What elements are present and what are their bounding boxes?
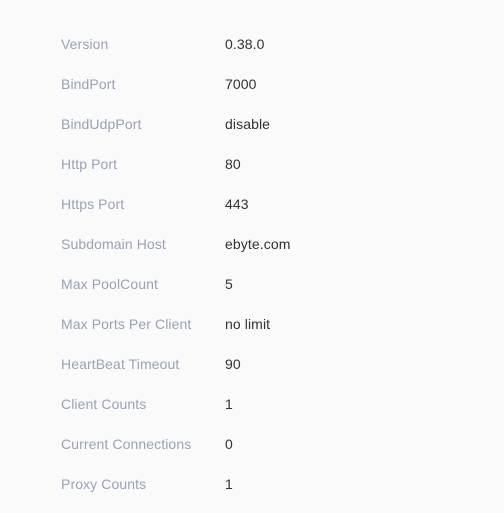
server-info-list: Version 0.38.0 BindPort 7000 BindUdpPort disa…	[61, 24, 504, 504]
info-row-label: Https Port	[61, 196, 125, 212]
info-row-label: Version	[61, 36, 109, 52]
info-row-label: BindUdpPort	[61, 116, 142, 132]
info-row: Current Connections 0	[61, 424, 504, 464]
info-row-value: 443	[225, 196, 249, 212]
info-row-value: disable	[225, 116, 271, 132]
info-row: Version 0.38.0	[61, 24, 504, 64]
info-row-value: ebyte.com	[225, 236, 291, 252]
info-row-value: no limit	[225, 316, 271, 332]
info-row-label: BindPort	[61, 76, 116, 92]
info-row-value: 90	[225, 356, 241, 372]
info-row-value: 5	[225, 276, 233, 292]
info-row: Https Port 443	[61, 184, 504, 224]
info-row: Client Counts 1	[61, 384, 504, 424]
info-row: BindPort 7000	[61, 64, 504, 104]
info-row: BindUdpPort disable	[61, 104, 504, 144]
info-row-value: 0	[225, 436, 233, 452]
info-row-label: Max Ports Per Client	[61, 316, 192, 332]
info-row-value: 1	[225, 476, 233, 492]
info-row: Max Ports Per Client no limit	[61, 304, 504, 344]
info-row: Proxy Counts 1	[61, 464, 504, 504]
info-row-label: HeartBeat Timeout	[61, 356, 180, 372]
info-row: HeartBeat Timeout 90	[61, 344, 504, 384]
info-row: Max PoolCount 5	[61, 264, 504, 304]
info-row-value: 80	[225, 156, 241, 172]
info-row-label: Current Connections	[61, 436, 192, 452]
info-row-value: 1	[225, 396, 233, 412]
info-row-label: Subdomain Host	[61, 236, 166, 252]
info-row-label: Max PoolCount	[61, 276, 159, 292]
info-row: Subdomain Host ebyte.com	[61, 224, 504, 264]
server-info-panel: Version 0.38.0 BindPort 7000 BindUdpPort disa…	[0, 0, 504, 513]
info-row: Http Port 80	[61, 144, 504, 184]
info-row-value: 7000	[225, 76, 257, 92]
info-row-label: Proxy Counts	[61, 476, 147, 492]
info-row-label: Client Counts	[61, 396, 147, 412]
info-row-label: Http Port	[61, 156, 118, 172]
info-row-value: 0.38.0	[225, 36, 265, 52]
